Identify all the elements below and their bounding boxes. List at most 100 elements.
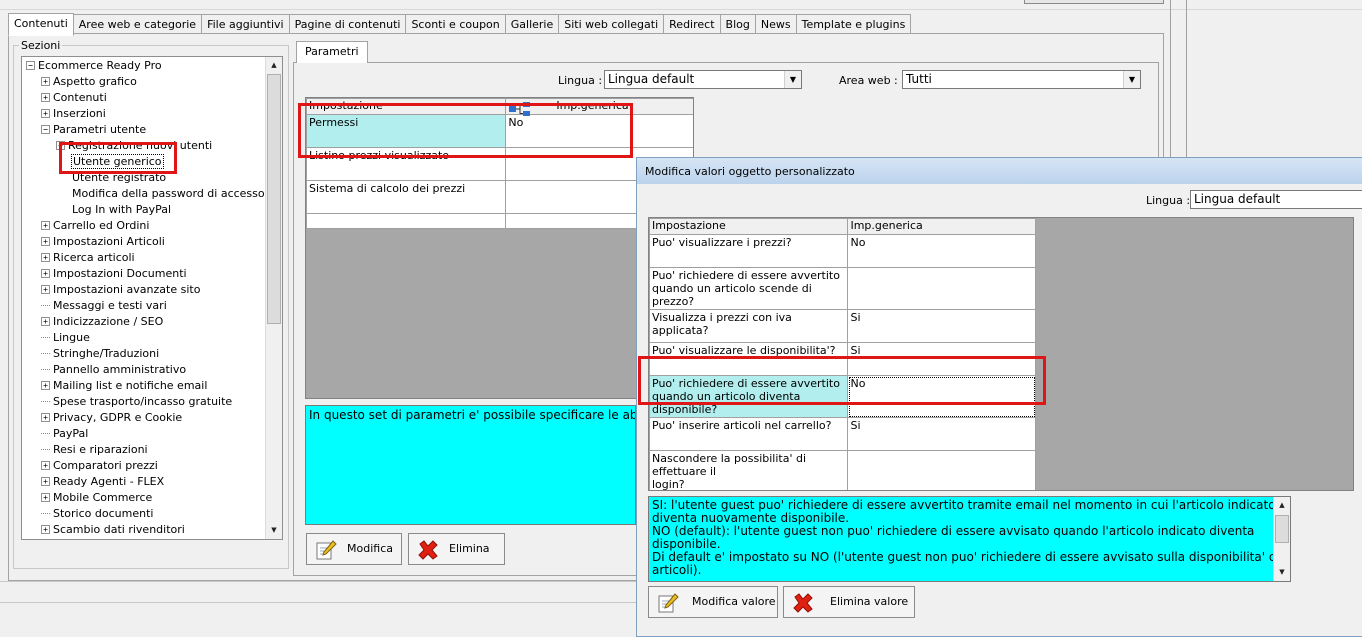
tab-sconti-e-coupon[interactable]: Sconti e coupon [405, 14, 506, 35]
tree-item[interactable]: + Carrello ed Ordini [41, 218, 149, 234]
tab-contenuti[interactable]: Contenuti [8, 13, 74, 36]
table-row[interactable]: Puo' inserire articoli nel carrello? Si [649, 417, 1036, 451]
table-row[interactable]: Nascondere la possibilita' di effettuare… [649, 450, 1036, 490]
tree-item[interactable]: + Ready Agenti - FLEX [41, 474, 164, 490]
scroll-thumb[interactable] [267, 74, 281, 324]
sections-tree[interactable]: ▲ ▼ − Ecommerce Ready Pro + Aspetto grafico… [21, 56, 283, 540]
setting-cell[interactable]: Visualizza i prezzi con iva applicata? [649, 309, 849, 343]
tab-news[interactable]: News [754, 14, 797, 35]
tree-item-label: Aspetto grafico [53, 75, 137, 88]
tree-item[interactable]: Log In with PayPal [72, 202, 171, 218]
tree-item[interactable]: PayPal [41, 426, 88, 442]
tab-gallerie[interactable]: Gallerie [504, 14, 560, 35]
tree-item[interactable]: Stringhe/Traduzioni [41, 346, 159, 362]
tree-item[interactable]: + Scambio dati rivenditori [41, 522, 185, 538]
tree-item[interactable]: + Comparatori prezzi [41, 458, 158, 474]
chevron-down-icon[interactable]: ▼ [784, 71, 801, 88]
tree-item[interactable]: Lingue [41, 330, 90, 346]
column-header[interactable]: Impostazione [649, 218, 849, 235]
table-row[interactable]: Puo' visualizzare i prezzi? No [649, 234, 1036, 268]
scroll-up-icon[interactable]: ▲ [266, 57, 282, 74]
table-row[interactable]: Puo' richiedere di essere avvertito quan… [649, 267, 1036, 310]
modify-button[interactable]: Modifica [306, 533, 402, 565]
value-cell[interactable] [847, 450, 1036, 490]
value-cell[interactable]: Si [847, 309, 1036, 343]
expand-plus-icon[interactable]: + [41, 76, 50, 86]
tree-item[interactable]: Messaggi e testi vari [41, 298, 167, 314]
tree-item[interactable]: Pannello amministrativo [41, 362, 186, 378]
expand-plus-icon[interactable]: + [41, 476, 50, 486]
dialog-desc-scrollbar[interactable]: ▲ ▼ [1273, 497, 1290, 581]
edit-pencil-icon [658, 593, 679, 613]
dialog-language-select[interactable]: Lingua default [1190, 190, 1362, 209]
tab-parametri[interactable]: Parametri [296, 41, 368, 63]
setting-cell[interactable]: Puo' visualizzare i prezzi? [649, 234, 849, 268]
tree-connector [41, 298, 50, 306]
expand-plus-icon[interactable]: + [41, 524, 50, 534]
tab-template-e-plugins[interactable]: Template e plugins [795, 14, 912, 35]
tree-item[interactable]: + Aspetto grafico [41, 74, 137, 90]
table-row[interactable]: Visualizza i prezzi con iva applicata? Si [649, 309, 1036, 343]
setting-cell[interactable]: Puo' inserire articoli nel carrello? [649, 417, 849, 451]
delete-button[interactable]: Elimina [408, 533, 505, 565]
modify-value-button[interactable]: Modifica valore [648, 586, 778, 618]
language-select[interactable]: Lingua default ▼ [604, 70, 802, 89]
tree-item[interactable]: + Ricerca articoli [41, 250, 135, 266]
tree-item[interactable]: + Mobile Commerce [41, 490, 152, 506]
tree-item[interactable]: Spese trasporto/incasso gratuite [41, 394, 232, 410]
expand-plus-icon[interactable]: + [41, 236, 50, 246]
setting-cell[interactable]: Nascondere la possibilita' di effettuare… [649, 450, 849, 490]
setting-cell[interactable] [306, 213, 507, 229]
tree-item[interactable]: Storico documenti [41, 506, 153, 522]
tree-item[interactable]: − Parametri utente [41, 122, 146, 138]
tab-redirect[interactable]: Redirect [663, 14, 721, 35]
chevron-down-icon[interactable]: ▼ [1123, 71, 1140, 88]
tab-aree-web-e-categorie[interactable]: Aree web e categorie [72, 14, 203, 35]
tree-item-label: Parametri utente [53, 123, 147, 136]
tab-pagine-di-contenuti[interactable]: Pagine di contenuti [288, 14, 407, 35]
tree-item[interactable]: + Impostazioni avanzate sito [41, 282, 200, 298]
value-cell[interactable]: No [847, 234, 1036, 268]
expand-plus-icon[interactable]: + [41, 108, 50, 118]
expand-plus-icon[interactable]: + [41, 284, 50, 294]
expand-plus-icon[interactable]: + [41, 412, 50, 422]
value-cell[interactable]: Si [847, 417, 1036, 451]
tree-scrollbar[interactable]: ▲ ▼ [265, 57, 282, 539]
tab-siti-web-collegati[interactable]: Siti web collegati [558, 14, 665, 35]
tree-item[interactable]: + Impostazioni Documenti [41, 266, 187, 282]
tab-blog[interactable]: Blog [719, 14, 756, 35]
expand-plus-icon[interactable]: + [41, 252, 50, 262]
setting-cell[interactable]: Puo' richiedere di essere avvertito quan… [649, 267, 849, 310]
tree-item[interactable]: Resi e riparazioni [41, 442, 148, 458]
expand-plus-icon[interactable]: + [41, 460, 50, 470]
tree-item[interactable]: + Impostazioni Articoli [41, 234, 165, 250]
tree-item[interactable]: + Inserzioni [41, 106, 106, 122]
tree-item[interactable]: + Mailing list e notifiche email [41, 378, 207, 394]
expand-plus-icon[interactable]: + [41, 316, 50, 326]
setting-cell[interactable]: Sistema di calcolo dei prezzi [306, 180, 507, 214]
value-cell[interactable] [847, 267, 1036, 310]
expand-plus-icon[interactable]: + [41, 380, 50, 390]
column-header[interactable]: Imp.generica [847, 218, 1036, 235]
tab-file-aggiuntivi[interactable]: File aggiuntivi [201, 14, 290, 35]
tree-item[interactable]: Modifica della password di accesso [72, 186, 265, 202]
collapse-minus-icon[interactable]: − [41, 124, 50, 134]
tree-item[interactable]: + Privacy, GDPR e Cookie [41, 410, 182, 426]
area-web-select[interactable]: Tutti ▼ [902, 70, 1141, 89]
dialog-grid[interactable]: Impostazione Imp.generica Puo' visualizzar… [648, 217, 1354, 491]
tree-item[interactable]: + Indicizzazione / SEO [41, 314, 163, 330]
expand-plus-icon[interactable]: + [41, 268, 50, 278]
modify-label: Modifica [347, 542, 393, 555]
tree-item[interactable]: + Contenuti [41, 90, 107, 106]
expand-plus-icon[interactable]: + [41, 220, 50, 230]
delete-value-button[interactable]: Elimina valore [783, 586, 915, 618]
top-button[interactable] [1024, 0, 1164, 4]
expand-plus-icon[interactable]: + [41, 92, 50, 102]
scroll-thumb[interactable] [1275, 515, 1289, 543]
collapse-minus-icon[interactable]: − [26, 60, 35, 70]
tree-item[interactable]: − Ecommerce Ready Pro [26, 58, 162, 74]
expand-plus-icon[interactable]: + [41, 492, 50, 502]
scroll-down-icon[interactable]: ▼ [266, 522, 282, 539]
scroll-down-icon[interactable]: ▼ [1274, 564, 1290, 581]
scroll-up-icon[interactable]: ▲ [1274, 497, 1290, 514]
